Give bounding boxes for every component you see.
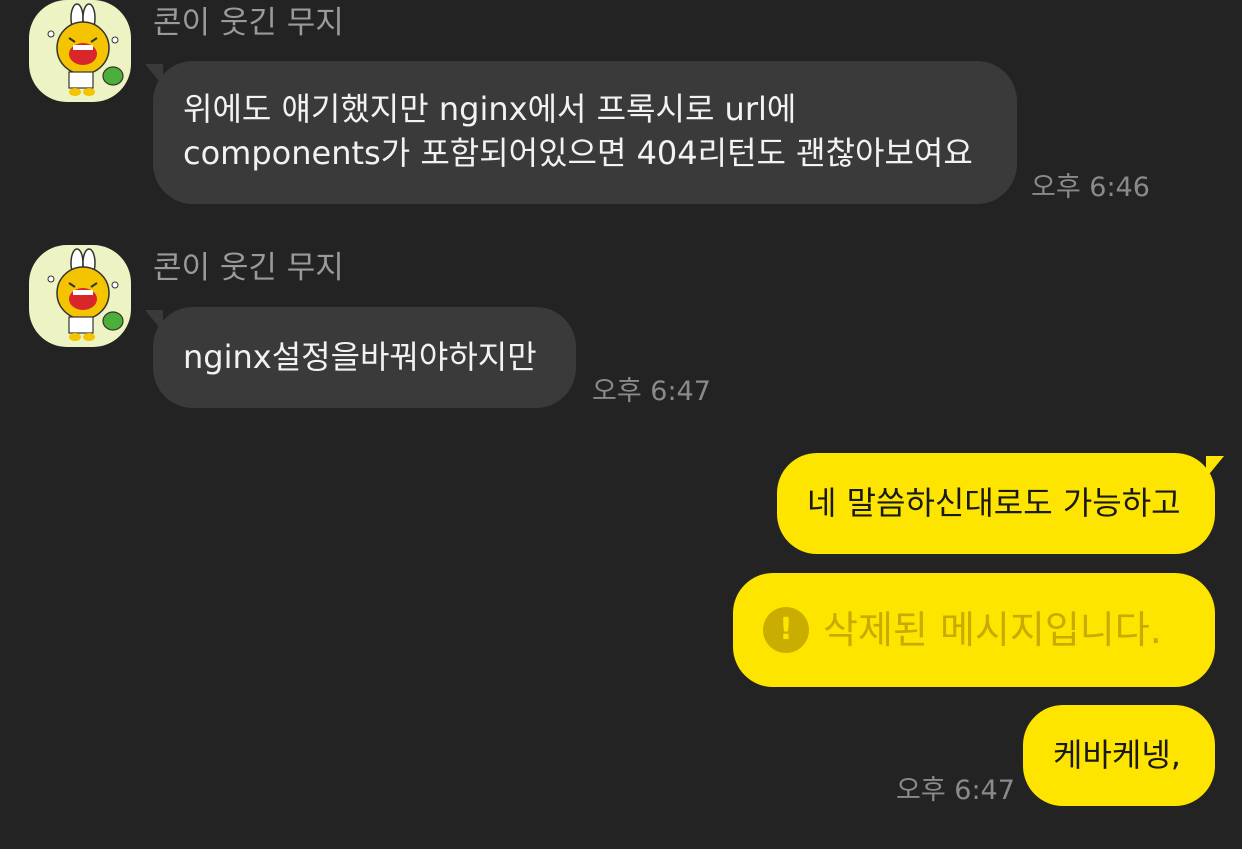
sender-name: 콘이 웃긴 무지 (153, 250, 344, 286)
sender-name: 콘이 웃긴 무지 (153, 5, 344, 41)
exclamation-circle-icon: ! (763, 607, 809, 653)
chat-area: 콘이 웃긴 무지 위에도 얘기했지만 nginx에서 프록시로 url에 com… (0, 0, 1242, 849)
deleted-message-text: 삭제된 메시지입니다. (823, 608, 1162, 652)
message-bubble[interactable]: 위에도 얘기했지만 nginx에서 프록시로 url에 components가 … (153, 61, 1017, 204)
message-line: 케바케넹, (1053, 736, 1181, 774)
avatar-icon[interactable] (29, 245, 131, 347)
message-line: nginx설정을바꿔야하지만 (183, 338, 537, 376)
message-line: 네 말씀하신대로도 가능하고 (807, 484, 1181, 522)
message-bubble[interactable]: nginx설정을바꿔야하지만 (153, 307, 576, 408)
my-message-bubble[interactable]: 케바케넹, (1023, 705, 1215, 806)
deleted-message-bubble[interactable]: ! 삭제된 메시지입니다. (733, 573, 1215, 687)
message-time: 오후 6:46 (1031, 172, 1150, 203)
muzi-laughing-icon (47, 3, 124, 96)
my-message-bubble[interactable]: 네 말씀하신대로도 가능하고 (777, 453, 1215, 554)
avatar-icon[interactable] (29, 0, 131, 102)
message-time: 오후 6:47 (592, 376, 711, 407)
message-line: 위에도 얘기했지만 nginx에서 프록시로 url에 (183, 90, 797, 128)
muzi-laughing-icon (47, 248, 124, 341)
message-time: 오후 6:47 (896, 775, 1015, 806)
message-line: components가 포함되어있으면 404리턴도 괜찮아보여요 (183, 134, 973, 172)
